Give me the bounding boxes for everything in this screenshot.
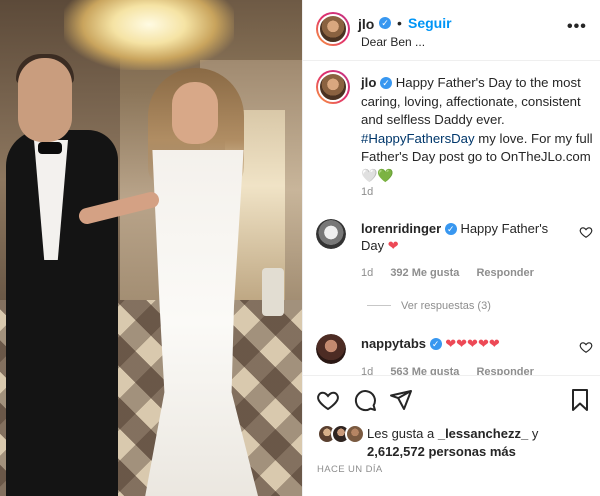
liker-avatar bbox=[345, 424, 365, 444]
verified-badge-icon: ✓ bbox=[380, 77, 393, 89]
comment-bubble-icon[interactable] bbox=[353, 388, 377, 412]
verified-badge-icon: ✓ bbox=[429, 338, 442, 350]
comment-meta: 1d 392 Me gusta Responder bbox=[361, 267, 548, 279]
comment-likes-count[interactable]: 563 Me gusta bbox=[390, 366, 459, 375]
bow-tie bbox=[38, 142, 62, 154]
header-avatar[interactable] bbox=[316, 12, 350, 46]
comment-time: 1d bbox=[361, 366, 374, 375]
likes-summary: Les gusta a _lessanchezz_ y 2,612,572 pe… bbox=[367, 425, 593, 461]
liker-username[interactable]: _lessanchezz_ bbox=[438, 426, 528, 441]
header-divider bbox=[303, 60, 600, 61]
comment-heart-icon[interactable] bbox=[579, 225, 593, 239]
more-options-icon[interactable]: ••• bbox=[567, 18, 587, 36]
likes-prefix: Les gusta a bbox=[367, 426, 435, 441]
replies-line bbox=[367, 305, 391, 306]
comment-emoji: ❤❤❤❤❤ bbox=[445, 336, 500, 351]
post-panel: jlo ✓ • Seguir Dear Ben ... ••• jlo ✓ Ha… bbox=[302, 0, 600, 496]
man-head bbox=[18, 58, 72, 142]
comment-username[interactable]: lorenridinger bbox=[361, 221, 441, 236]
paper-plane-icon[interactable] bbox=[389, 388, 413, 412]
comment-heart-icon[interactable] bbox=[579, 340, 593, 354]
header-username[interactable]: jlo bbox=[358, 16, 374, 32]
post-caption: jlo ✓ Happy Father's Day to the most car… bbox=[361, 74, 593, 185]
commenter-avatar[interactable] bbox=[316, 334, 346, 364]
bookmark-icon[interactable] bbox=[568, 388, 592, 412]
likes-conjunction: y bbox=[531, 426, 539, 441]
comment-time: 1d bbox=[361, 267, 374, 279]
comment-text: nappytabs ✓ ❤❤❤❤❤ bbox=[361, 335, 561, 352]
likes-count[interactable]: 2,612,572 personas más bbox=[367, 444, 516, 459]
chandelier bbox=[64, 0, 234, 70]
post-date: HACE UN DÍA bbox=[317, 464, 383, 475]
woman-face bbox=[172, 82, 218, 144]
view-replies-label: Ver respuestas (3) bbox=[401, 300, 491, 312]
heart-icon[interactable] bbox=[316, 388, 340, 412]
verified-badge-icon: ✓ bbox=[444, 223, 457, 235]
header-subtitle: Dear Ben ... bbox=[361, 35, 426, 49]
comment-likes-count[interactable]: 392 Me gusta bbox=[390, 267, 459, 279]
actions-divider bbox=[303, 375, 600, 376]
post-photo[interactable] bbox=[0, 0, 302, 496]
view-replies-link[interactable]: Ver respuestas (3) bbox=[367, 300, 491, 312]
caption-avatar[interactable] bbox=[316, 70, 350, 104]
caption-emoji: 🤍💚 bbox=[361, 167, 394, 183]
caption-hashtag[interactable]: #HappyFathersDay bbox=[361, 131, 475, 146]
comment-text: lorenridinger ✓ Happy Father's Day ❤ bbox=[361, 220, 561, 254]
clutch-bag bbox=[262, 268, 284, 316]
reply-button[interactable]: Responder bbox=[476, 267, 533, 279]
header-separator-dot: • bbox=[397, 15, 402, 31]
reply-button[interactable]: Responder bbox=[476, 366, 533, 375]
follow-button[interactable]: Seguir bbox=[408, 15, 452, 31]
verified-badge-icon: ✓ bbox=[379, 17, 391, 29]
likers-avatars[interactable] bbox=[317, 424, 365, 444]
commenter-avatar[interactable] bbox=[316, 219, 346, 249]
caption-username[interactable]: jlo bbox=[361, 75, 376, 90]
comment-username[interactable]: nappytabs bbox=[361, 336, 426, 351]
comment-meta: 1d 563 Me gusta Responder bbox=[361, 366, 548, 375]
caption-timestamp: 1d bbox=[361, 186, 374, 198]
caption-text-1: Happy Father's Day to the most caring, l… bbox=[361, 75, 581, 127]
comment-emoji: ❤ bbox=[387, 238, 399, 253]
